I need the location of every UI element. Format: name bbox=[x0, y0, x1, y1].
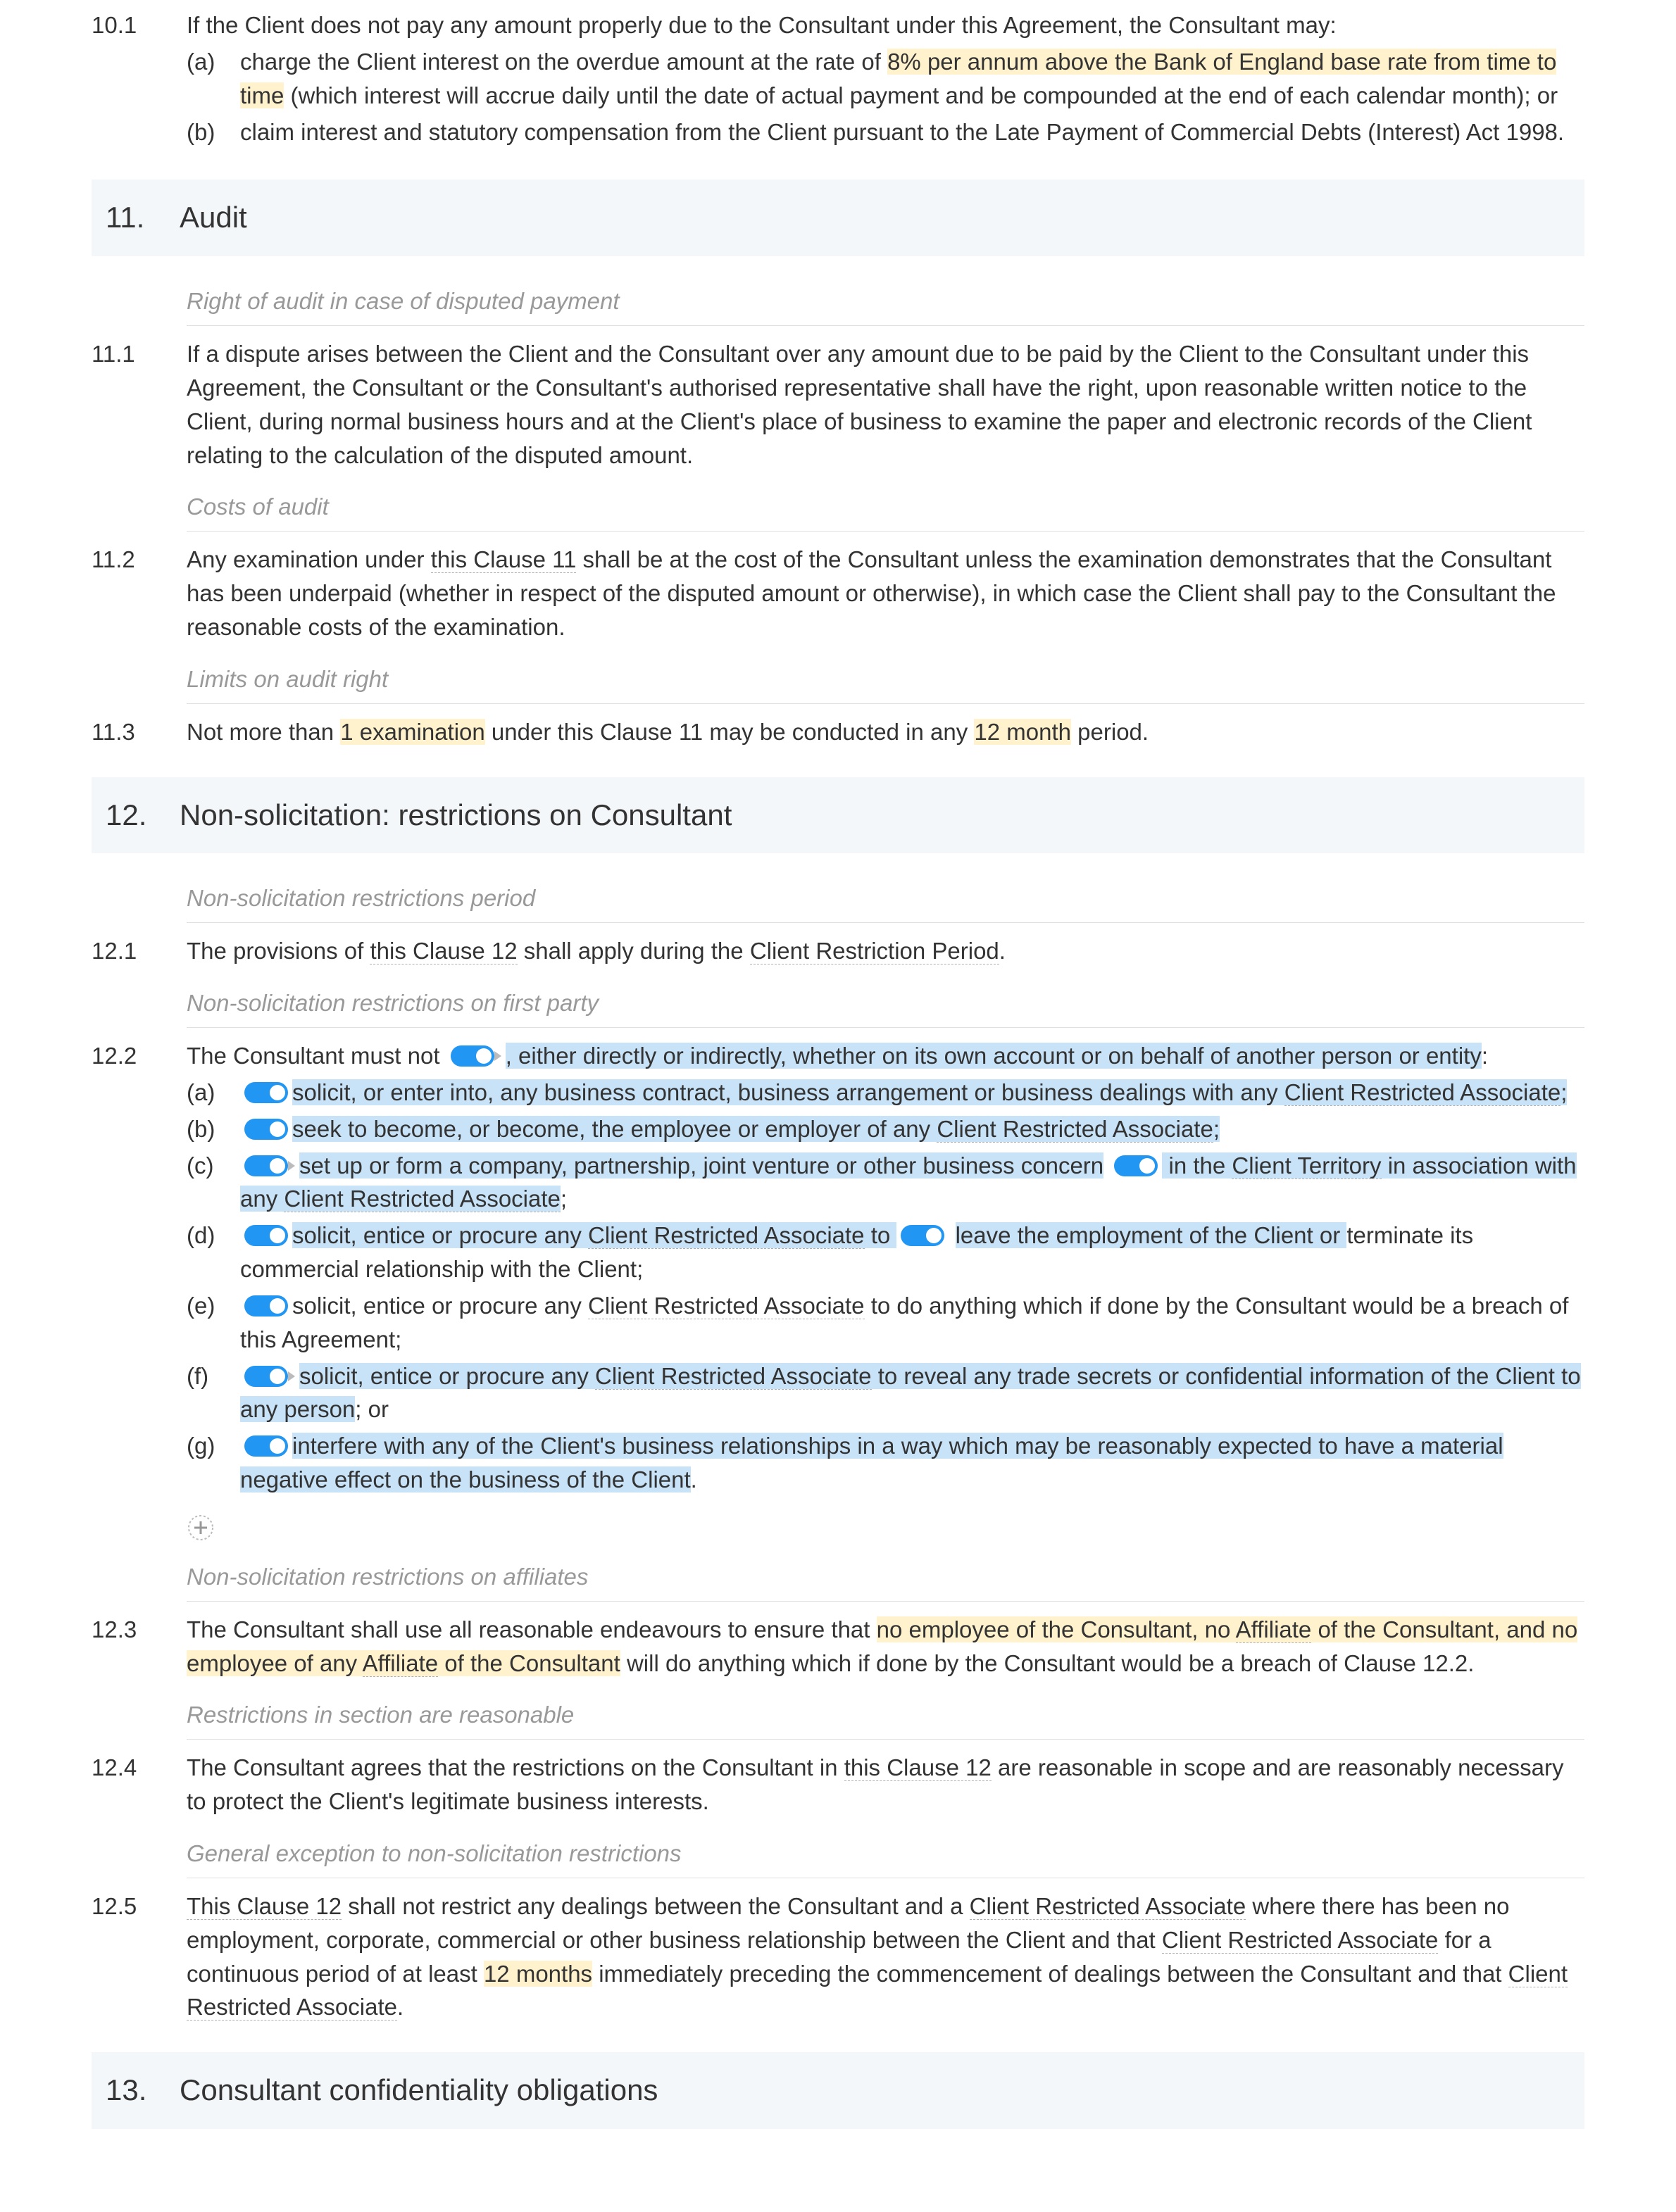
subheading: Non-solicitation restrictions on affilia… bbox=[187, 1553, 1584, 1602]
subheading: Limits on audit right bbox=[187, 655, 1584, 704]
subheading: Non-solicitation restrictions period bbox=[187, 874, 1584, 923]
section-11-heading: 11. Audit bbox=[92, 180, 1584, 256]
subclause-g: (g) interfere with any of the Client's b… bbox=[187, 1429, 1584, 1497]
subclause-f: (f) solicit, entice or procure any Clien… bbox=[187, 1359, 1584, 1427]
subheading: Right of audit in case of disputed payme… bbox=[187, 277, 1584, 326]
clause-12-5: 12.5 This Clause 12 shall not restrict a… bbox=[92, 1890, 1584, 2024]
optional-text[interactable]: solicit, or enter into, any business con… bbox=[292, 1079, 1567, 1105]
clause-number: 10.1 bbox=[92, 8, 165, 151]
optional-text[interactable]: interfere with any of the Client's busin… bbox=[240, 1433, 1503, 1493]
clause-12-4: 12.4 The Consultant agrees that the rest… bbox=[92, 1751, 1584, 1818]
subheading: Restrictions in section are reasonable bbox=[187, 1691, 1584, 1740]
toggle-icon[interactable] bbox=[901, 1225, 944, 1246]
toggle-icon[interactable] bbox=[244, 1366, 295, 1387]
toggle-icon[interactable] bbox=[244, 1225, 288, 1246]
toggle-icon[interactable] bbox=[1114, 1155, 1158, 1176]
toggle-icon[interactable] bbox=[451, 1045, 501, 1067]
clause-12-1: 12.1 The provisions of this Clause 12 sh… bbox=[92, 934, 1584, 968]
clause-reference[interactable]: This Clause 12 bbox=[187, 1893, 342, 1920]
clause-11-3: 11.3 Not more than 1 examination under t… bbox=[92, 715, 1584, 749]
subheading: Non-solicitation restrictions on first p… bbox=[187, 979, 1584, 1028]
optional-text[interactable]: solicit, entice or procure any Client Re… bbox=[240, 1363, 1581, 1423]
subclause-b: (b) claim interest and statutory compens… bbox=[187, 115, 1584, 149]
clause-12-3: 12.3 The Consultant shall use all reason… bbox=[92, 1613, 1584, 1680]
toggle-icon[interactable] bbox=[244, 1119, 288, 1140]
add-clause-icon[interactable] bbox=[187, 1514, 215, 1542]
term-reference[interactable]: Client Restricted Associate bbox=[1162, 1927, 1439, 1954]
subclause-b: (b) seek to become, or become, the emplo… bbox=[187, 1112, 1584, 1146]
term-reference[interactable]: Client Restriction Period bbox=[750, 938, 999, 964]
highlight-editable[interactable]: 12 months bbox=[484, 1961, 592, 1987]
subclause-e: (e) solicit, entice or procure any Clien… bbox=[187, 1289, 1584, 1357]
highlight-editable[interactable]: 12 month bbox=[974, 719, 1071, 745]
optional-text[interactable]: seek to become, or become, the employee … bbox=[292, 1116, 1220, 1142]
optional-text[interactable]: set up or form a company, partnership, j… bbox=[299, 1152, 1103, 1179]
clause-text: If the Client does not pay any amount pr… bbox=[187, 8, 1584, 42]
highlight-editable[interactable]: 1 examination bbox=[340, 719, 484, 745]
subclause-a: (a) charge the Client interest on the ov… bbox=[187, 45, 1584, 113]
subclause-c: (c) set up or form a company, partnershi… bbox=[187, 1149, 1584, 1217]
term-reference[interactable]: Client Restricted Associate bbox=[970, 1893, 1246, 1920]
clause-12-2: 12.2 The Consultant must not , either di… bbox=[92, 1039, 1584, 1500]
section-13-heading: 13. Consultant confidentiality obligatio… bbox=[92, 2052, 1584, 2129]
subclause-d: (d) solicit, entice or procure any Clien… bbox=[187, 1219, 1584, 1286]
optional-text[interactable]: , either directly or indirectly, whether… bbox=[506, 1043, 1482, 1069]
optional-text[interactable]: solicit, entice or procure any Client Re… bbox=[292, 1222, 896, 1248]
clause-11-1: 11.1 If a dispute arises between the Cli… bbox=[92, 337, 1584, 472]
clause-reference[interactable]: this Clause 11 bbox=[431, 546, 577, 573]
subheading: Costs of audit bbox=[187, 483, 1584, 532]
optional-text[interactable]: leave the employment of the Client or bbox=[956, 1222, 1347, 1248]
toggle-icon[interactable] bbox=[244, 1155, 295, 1176]
toggle-icon[interactable] bbox=[244, 1295, 288, 1316]
subclause-a: (a) solicit, or enter into, any business… bbox=[187, 1076, 1584, 1110]
section-12-heading: 12. Non-solicitation: restrictions on Co… bbox=[92, 777, 1584, 854]
subheading: General exception to non-solicitation re… bbox=[187, 1830, 1584, 1878]
clause-reference[interactable]: this Clause 12 bbox=[370, 938, 517, 964]
clause-10-1: 10.1 If the Client does not pay any amou… bbox=[92, 8, 1584, 151]
clause-11-2: 11.2 Any examination under this Clause 1… bbox=[92, 543, 1584, 644]
clause-reference[interactable]: this Clause 12 bbox=[844, 1754, 992, 1781]
term-reference[interactable]: Client Restricted Associate bbox=[588, 1293, 865, 1319]
toggle-icon[interactable] bbox=[244, 1082, 288, 1103]
toggle-icon[interactable] bbox=[244, 1435, 288, 1457]
